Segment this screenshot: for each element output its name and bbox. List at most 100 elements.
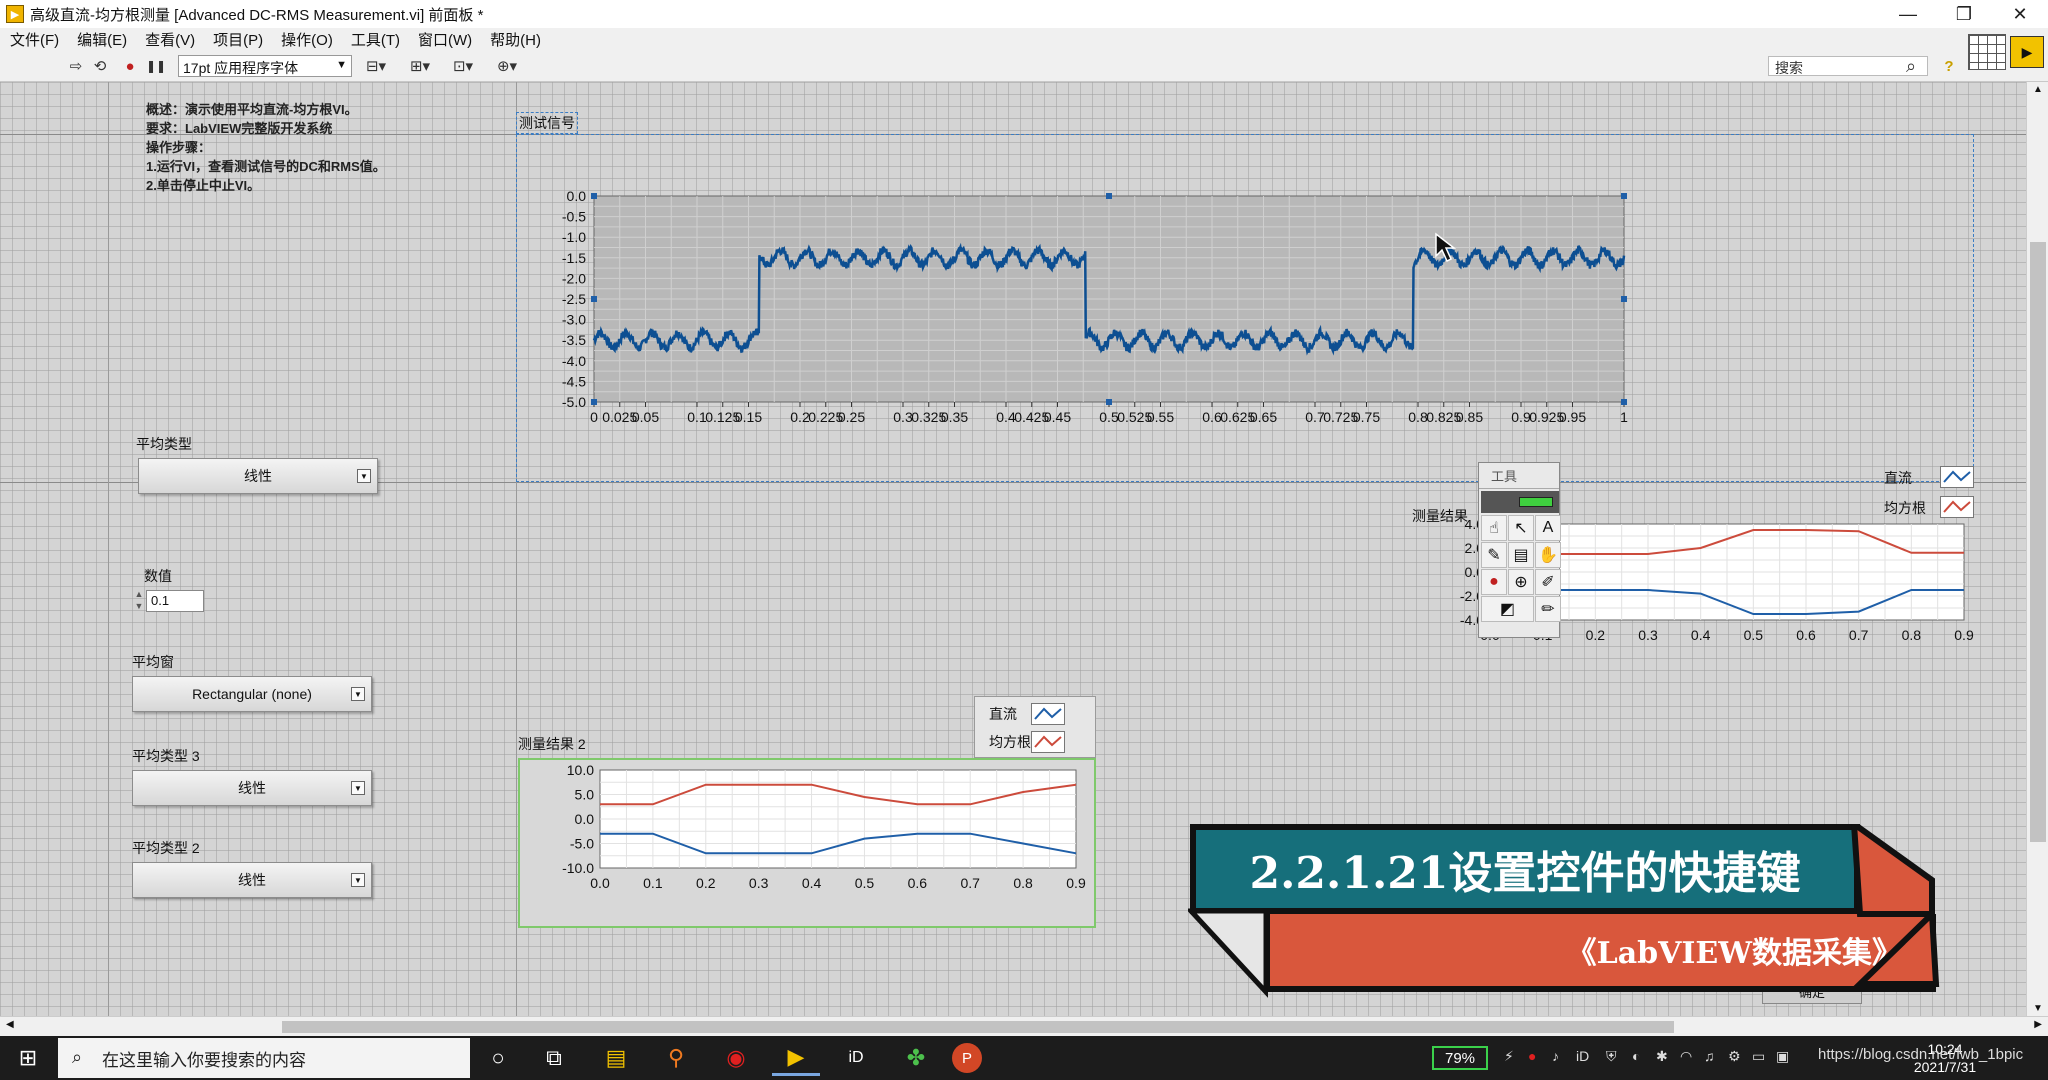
close-button[interactable]: ✕ bbox=[1992, 0, 2048, 28]
run-icon[interactable]: ⇨ bbox=[66, 56, 86, 76]
y-tick-label: 0.0 bbox=[567, 188, 587, 204]
dropdown-arrow-icon[interactable]: ▼ bbox=[351, 781, 365, 795]
x-tick-label: 0.7 bbox=[1305, 409, 1325, 425]
description-line: 要求：LabVIEW完整版开发系统 bbox=[146, 121, 333, 136]
scroll-window-icon[interactable]: ✋ bbox=[1535, 542, 1561, 568]
taskbar-search-input[interactable]: ⌕ 在这里输入你要搜索的内容 bbox=[58, 1038, 470, 1078]
align-objects-icon[interactable]: ⊟▾ bbox=[360, 56, 392, 76]
vertical-scrollbar[interactable]: ▲ ▼ bbox=[2026, 82, 2048, 1016]
powerpoint-icon[interactable]: P bbox=[952, 1043, 982, 1073]
shield-icon[interactable]: ⛨ bbox=[1606, 1048, 1617, 1065]
edit-text-icon[interactable]: A bbox=[1535, 515, 1561, 541]
vertical-scroll-thumb[interactable] bbox=[2030, 242, 2046, 842]
connect-wire-icon[interactable]: ✎ bbox=[1481, 542, 1507, 568]
averaging-type-3-ring[interactable]: 线性 ▼ bbox=[132, 770, 372, 806]
x-tick-label: 0.55 bbox=[1147, 409, 1174, 425]
bluetooth-icon[interactable]: ✱ bbox=[1656, 1048, 1668, 1065]
shortcut-menu-icon[interactable]: ▤ bbox=[1508, 542, 1534, 568]
results2-graph[interactable]: 10.05.00.0-5.0-10.00.0 0.1 0.2 0.3 0.4 0.5 0.6… bbox=[520, 760, 1094, 926]
network-icon[interactable]: ◐ bbox=[1632, 1048, 1640, 1064]
pause-icon[interactable]: ❚❚ bbox=[146, 56, 166, 76]
numeric-input[interactable]: 0.1 bbox=[146, 590, 204, 612]
id-app-icon[interactable]: iD bbox=[832, 1040, 880, 1076]
start-button[interactable]: ⊞ bbox=[0, 1036, 56, 1080]
position-select-icon[interactable]: ↖ bbox=[1508, 515, 1534, 541]
maximize-button[interactable]: ❐ bbox=[1936, 0, 1992, 28]
front-panel[interactable]: 概述：演示使用平均直流-均方根VI。 要求：LabVIEW完整版开发系统 操作步… bbox=[0, 82, 2026, 1016]
minimize-button[interactable]: — bbox=[1880, 0, 1936, 28]
y-tick-label: -5.0 bbox=[570, 836, 594, 852]
menu-help[interactable]: 帮助(H) bbox=[480, 29, 549, 50]
scroll-down-icon[interactable]: ▼ bbox=[2033, 1003, 2043, 1014]
breakpoint-icon[interactable]: ● bbox=[1481, 569, 1507, 595]
scroll-right-icon[interactable]: ▶ bbox=[2034, 1019, 2042, 1030]
record-app-icon[interactable]: ◉ bbox=[712, 1040, 760, 1076]
numeric-label: 数值 bbox=[144, 568, 172, 584]
cortana-icon[interactable]: ○ bbox=[474, 1040, 522, 1076]
menu-operate[interactable]: 操作(O) bbox=[271, 29, 341, 50]
run-continuously-icon[interactable]: ⟲ bbox=[90, 56, 110, 76]
tools-palette[interactable]: 工具 ☝ ↖ A ✎ ▤ ✋ ● ⊕ ✐ ◩ ✏ bbox=[1478, 462, 1561, 638]
menu-window[interactable]: 窗口(W) bbox=[408, 29, 480, 50]
test-signal-label[interactable]: 测试信号 bbox=[516, 112, 578, 134]
averaging-type-2-ring[interactable]: 线性 ▼ bbox=[132, 862, 372, 898]
monitor-icon[interactable]: ▭ bbox=[1752, 1048, 1765, 1065]
auto-tool-toggle[interactable] bbox=[1481, 491, 1559, 513]
task-view-icon[interactable]: ⧉ bbox=[530, 1040, 578, 1076]
search-app-icon[interactable]: ⚲ bbox=[652, 1040, 700, 1076]
plug-icon[interactable]: ⚡ bbox=[1504, 1048, 1514, 1065]
dropdown-arrow-icon[interactable]: ▼ bbox=[357, 469, 371, 483]
wifi-icon[interactable]: ◠ bbox=[1680, 1048, 1692, 1065]
test-signal-graph[interactable]: 0.0 -0.5 -1.0 -1.5 -2.0 -2.5 -3.0 -3.5 -4.0 -4.5 -… bbox=[516, 134, 1976, 484]
chevron-down-icon: ▼ bbox=[336, 59, 347, 71]
increment-decrement-icon[interactable]: ▲ ▼ bbox=[132, 588, 146, 614]
dropdown-arrow-icon[interactable]: ▼ bbox=[351, 687, 365, 701]
id-tray-icon[interactable]: iD bbox=[1576, 1048, 1589, 1064]
dropdown-arrow-icon[interactable]: ▼ bbox=[351, 873, 365, 887]
legend-row: 直流 bbox=[989, 703, 1065, 725]
taskbar: ⊞ ⌕ 在这里输入你要搜索的内容 ○ ⧉ ▤ ⚲ ◉ ▶ iD ✤ P 79% … bbox=[0, 1036, 2048, 1080]
menu-project[interactable]: 项目(P) bbox=[203, 29, 271, 50]
operate-value-icon[interactable]: ☝ bbox=[1481, 515, 1507, 541]
get-color-icon[interactable]: ✐ bbox=[1535, 569, 1561, 595]
menu-tools[interactable]: 工具(T) bbox=[341, 29, 408, 50]
clipboard-icon[interactable]: ▣ bbox=[1776, 1048, 1789, 1065]
abort-icon[interactable]: ● bbox=[120, 56, 140, 76]
connector-pane-icon[interactable] bbox=[1968, 34, 2006, 70]
record-tray-icon[interactable]: ● bbox=[1528, 1048, 1536, 1064]
labview-taskbar-icon[interactable]: ▶ bbox=[772, 1040, 820, 1076]
help-icon[interactable]: ? bbox=[1938, 56, 1960, 76]
file-explorer-icon[interactable]: ▤ bbox=[592, 1040, 640, 1076]
description-line: 操作步骤： bbox=[146, 140, 212, 155]
x-tick-label: 0.65 bbox=[1250, 409, 1277, 425]
x-tick-label: 0.4 bbox=[996, 409, 1016, 425]
horizontal-scrollbar[interactable]: ◀ ▶ bbox=[0, 1016, 2048, 1036]
x-tick-label: 0.15 bbox=[735, 409, 762, 425]
description-line: 2.单击停止中止VI。 bbox=[146, 178, 261, 193]
resize-objects-icon[interactable]: ⊡▾ bbox=[446, 56, 480, 76]
volume-icon[interactable]: ♫ bbox=[1704, 1048, 1715, 1064]
reorder-icon[interactable]: ⊕▾ bbox=[490, 56, 524, 76]
averaging-window-ring[interactable]: Rectangular (none) ▼ bbox=[132, 676, 372, 712]
clover-app-icon[interactable]: ✤ bbox=[892, 1040, 940, 1076]
battery-indicator[interactable]: 79% bbox=[1432, 1046, 1488, 1070]
window-title-bar[interactable]: ▶ 高级直流-均方根测量 [Advanced DC-RMS Measuremen… bbox=[0, 0, 2048, 28]
scroll-left-icon[interactable]: ◀ bbox=[6, 1019, 14, 1030]
settings-icon[interactable]: ⚙ bbox=[1728, 1048, 1741, 1065]
averaging-type-ring[interactable]: 线性 ▼ bbox=[138, 458, 378, 494]
probe-icon[interactable]: ⊕ bbox=[1508, 569, 1534, 595]
font-select[interactable]: 17pt 应用程序字体 ▼ bbox=[178, 55, 352, 77]
vi-icon[interactable]: ▶ bbox=[2010, 36, 2044, 68]
menu-file[interactable]: 文件(F) bbox=[0, 29, 67, 50]
search-icon[interactable]: ⌕ bbox=[1900, 56, 1922, 76]
scroll-up-icon[interactable]: ▲ bbox=[2033, 84, 2043, 95]
menu-edit[interactable]: 编辑(E) bbox=[67, 29, 135, 50]
color-box-icon[interactable]: ◩ bbox=[1481, 596, 1534, 622]
selection-handle bbox=[591, 296, 597, 302]
distribute-objects-icon[interactable]: ⊞▾ bbox=[404, 56, 436, 76]
x-tick-label: 0.85 bbox=[1456, 409, 1483, 425]
menu-view[interactable]: 查看(V) bbox=[135, 29, 203, 50]
horizontal-scroll-thumb[interactable] bbox=[282, 1021, 1674, 1033]
mic-icon[interactable]: ♪ bbox=[1552, 1048, 1559, 1064]
set-color-icon[interactable]: ✏ bbox=[1535, 596, 1561, 622]
